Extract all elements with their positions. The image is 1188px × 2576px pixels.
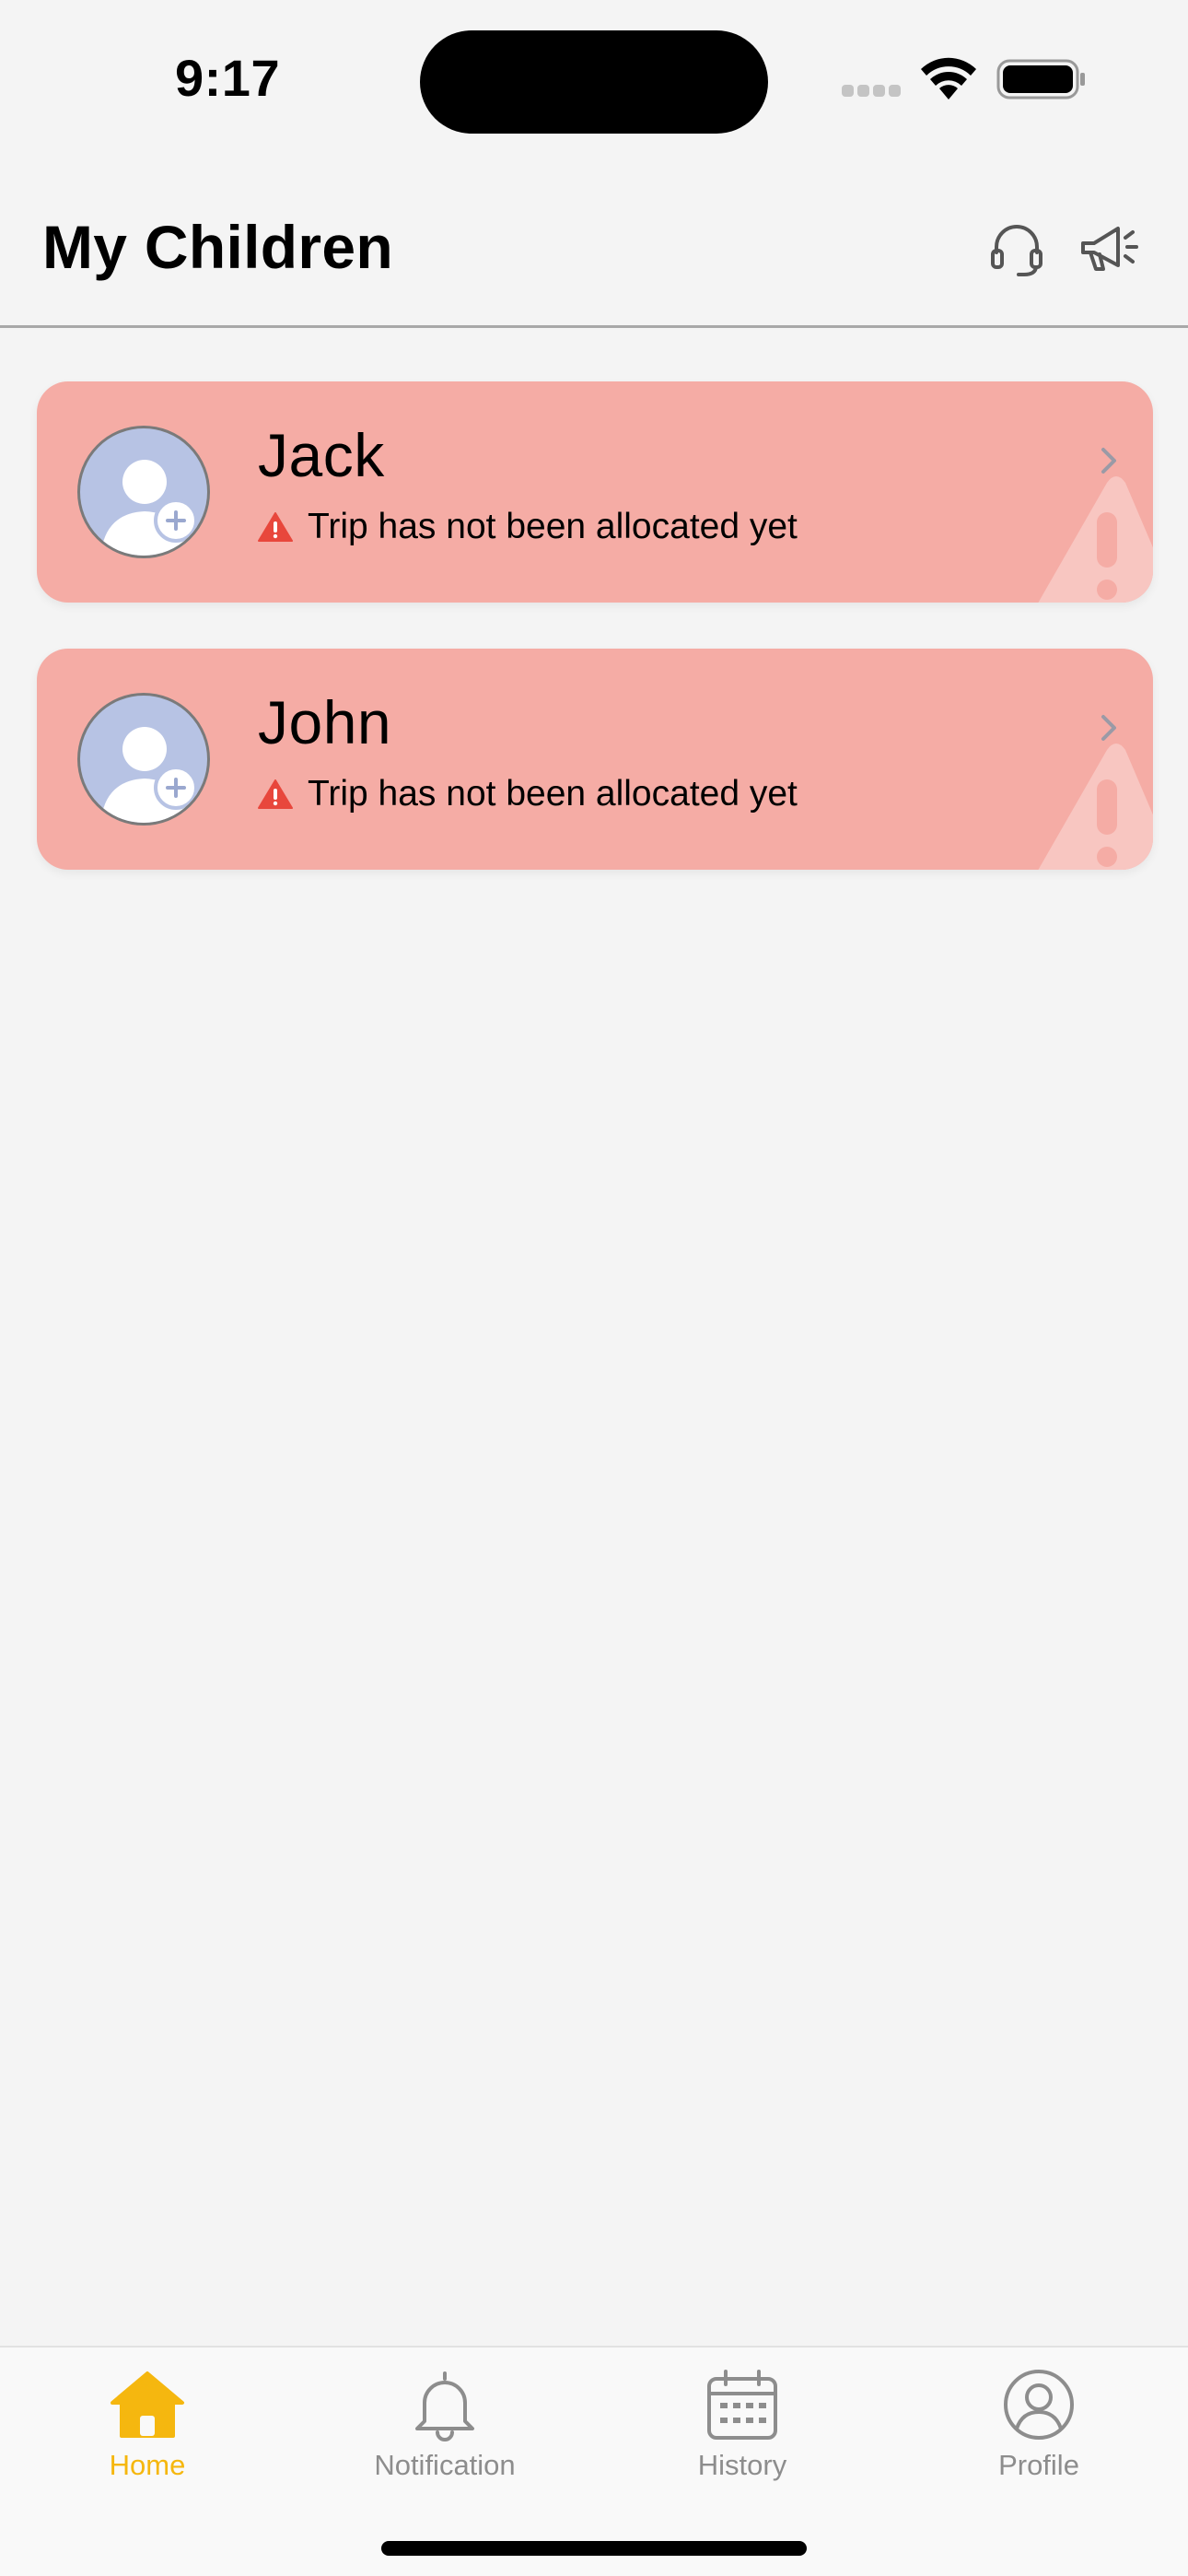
tab-history[interactable]: History xyxy=(632,2366,853,2504)
tab-label: Notification xyxy=(374,2449,516,2481)
header: My Children xyxy=(0,157,1188,328)
home-screen: 9:17 My Children Jack Trip has not been … xyxy=(0,0,1188,2576)
headset-support-icon xyxy=(991,225,1042,276)
wifi-icon xyxy=(921,57,976,100)
children-list: Jack Trip has not been allocated yet Joh… xyxy=(37,381,1153,916)
status-bar: 9:17 xyxy=(0,0,1188,157)
tab-profile[interactable]: Profile xyxy=(928,2366,1149,2504)
tab-label: History xyxy=(697,2449,787,2481)
add-user-avatar-icon xyxy=(100,727,198,823)
tab-label: Home xyxy=(109,2449,186,2481)
tab-notification[interactable]: Notification xyxy=(334,2366,555,2504)
battery-icon xyxy=(996,59,1085,100)
cellular-signal-icon xyxy=(842,85,906,98)
add-user-avatar-icon xyxy=(100,460,198,556)
warning-watermark-icon xyxy=(1038,744,1153,870)
user-circle-icon xyxy=(1004,2370,1074,2440)
alert-triangle-icon xyxy=(258,512,293,542)
bell-icon xyxy=(415,2371,474,2441)
announcement-button[interactable] xyxy=(1074,214,1144,284)
status-time: 9:17 xyxy=(175,49,281,107)
child-card-john[interactable]: John Trip has not been allocated yet xyxy=(37,649,1153,870)
child-card-jack[interactable]: Jack Trip has not been allocated yet xyxy=(37,381,1153,603)
trip-status-text: Trip has not been allocated yet xyxy=(308,774,798,814)
trip-status-text: Trip has not been allocated yet xyxy=(308,507,798,546)
trip-status: Trip has not been allocated yet xyxy=(258,507,798,547)
megaphone-icon xyxy=(1081,227,1138,271)
trip-status: Trip has not been allocated yet xyxy=(258,774,798,814)
warning-watermark-icon xyxy=(1038,476,1153,603)
avatar xyxy=(77,426,210,558)
tab-label: Profile xyxy=(998,2449,1079,2481)
page-title: My Children xyxy=(42,213,393,281)
calendar-icon xyxy=(707,2370,777,2440)
child-name: Jack xyxy=(258,421,385,489)
home-indicator[interactable] xyxy=(381,2541,807,2556)
dynamic-island xyxy=(420,30,768,134)
child-name: John xyxy=(258,688,392,756)
avatar xyxy=(77,693,210,825)
alert-triangle-icon xyxy=(258,779,293,809)
support-button[interactable] xyxy=(982,214,1052,284)
tab-home[interactable]: Home xyxy=(37,2366,258,2504)
home-icon xyxy=(111,2371,184,2438)
